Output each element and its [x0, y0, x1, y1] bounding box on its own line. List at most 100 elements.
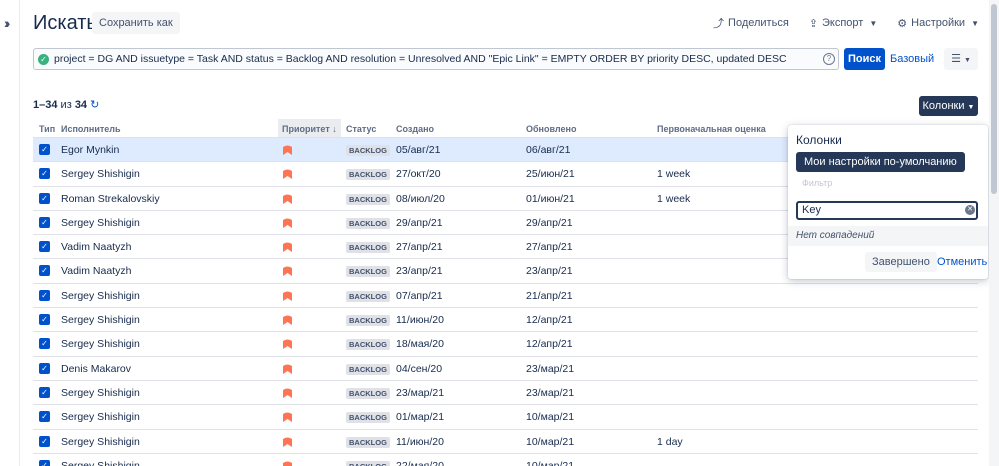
assignee-cell[interactable]: Sergey Shishigin [61, 217, 140, 229]
assignee-cell[interactable]: Roman Strekalovskiy [61, 193, 160, 205]
updated-cell: 29/апр/21 [526, 216, 573, 229]
updated-cell: 06/авг/21 [526, 144, 571, 156]
my-defaults-button[interactable]: Мои настройки по-умолчанию [796, 152, 965, 172]
done-button[interactable]: Завершено [865, 252, 937, 272]
priority-high-icon [283, 339, 292, 350]
chevron-down-icon: ▼ [967, 104, 975, 111]
table-row[interactable]: ✓ Sergey Shishigin BACKLOG 18/мая/20 12/апр/… [33, 332, 978, 357]
task-type-icon: ✓ [39, 192, 50, 204]
column-header-created[interactable]: Создано [396, 124, 434, 134]
assignee-cell[interactable]: Sergey Shishigin [61, 314, 140, 326]
share-button[interactable]: ⤴ Поделиться [713, 15, 789, 31]
assignee-cell[interactable]: Sergey Shishigin [61, 387, 140, 399]
columns-search-input[interactable]: Key [796, 201, 978, 220]
table-row[interactable]: ✓ Sergey Shishigin BACKLOG 11/июн/20 10/мар/… [33, 430, 978, 454]
basic-search-link[interactable]: Базовый [890, 53, 934, 65]
priority-high-icon [283, 412, 292, 423]
status-badge: BACKLOG [346, 460, 390, 466]
column-header-type[interactable]: Тип [39, 124, 55, 134]
table-row[interactable]: ✓ Denis Makarov BACKLOG 04/сен/20 23/мар/21 [33, 357, 978, 381]
estimate-cell: 1 week [657, 168, 691, 181]
jql-query-text: project = DG AND issuetype = Task AND st… [54, 53, 787, 65]
column-header-updated[interactable]: Обновлено [526, 124, 576, 134]
check-circle-icon: ✓ [38, 54, 49, 65]
arrow-down-icon: ↓ [332, 124, 337, 134]
priority-high-icon [283, 145, 292, 155]
share-icon: ⤴ [713, 18, 725, 30]
chevron-down-icon: ▼ [869, 18, 878, 28]
updated-cell: 10/мар/21 [526, 459, 575, 466]
updated-cell: 25/июн/21 [526, 168, 575, 181]
table-row[interactable]: ✓ Sergey Shishigin BACKLOG 01/мар/21 10/мар/… [33, 405, 978, 430]
menu-icon: ☰ [951, 53, 961, 65]
share-label: Поделиться [728, 17, 789, 29]
double-chevron-right-icon[interactable]: ›› [4, 15, 11, 31]
created-cell: 04/сен/20 [396, 362, 443, 375]
help-icon[interactable]: ? [823, 53, 835, 65]
assignee-cell[interactable]: Sergey Shishigin [61, 460, 140, 466]
results-of: из [60, 99, 72, 111]
assignee-cell[interactable]: Sergey Shishigin [61, 436, 140, 448]
assignee-cell[interactable]: Sergey Shishigin [61, 411, 140, 423]
assignee-cell[interactable]: Denis Makarov [61, 363, 131, 375]
table-row[interactable]: ✓ Sergey Shishigin BACKLOG 07/апр/21 21/апр/… [33, 284, 978, 309]
sidebar-expand[interactable]: ›› [0, 0, 20, 466]
status-badge: BACKLOG [346, 339, 390, 351]
columns-button[interactable]: Колонки ▼ [919, 96, 978, 116]
refresh-icon[interactable]: ↻ [90, 99, 99, 111]
assignee-cell[interactable]: Sergey Shishigin [61, 168, 140, 180]
created-cell: 27/апр/21 [396, 241, 443, 254]
priority-high-icon [283, 242, 292, 253]
assignee-cell[interactable]: Egor Mynkin [61, 144, 119, 156]
columns-panel: Колонки Мои настройки по-умолчанию Фильт… [788, 125, 988, 279]
assignee-cell[interactable]: Vadim Naatyzh [61, 265, 131, 277]
table-row[interactable]: ✓ Sergey Shishigin BACKLOG 22/мая/20 10/мар/… [33, 454, 978, 466]
page-scrollbar[interactable] [989, 0, 999, 466]
priority-high-icon [283, 169, 292, 180]
column-header-priority[interactable]: Приоритет ↓ [278, 119, 341, 137]
export-label: Экспорт [822, 17, 864, 29]
created-cell: 01/мар/21 [396, 411, 445, 424]
status-badge: BACKLOG [346, 242, 390, 254]
task-type-icon: ✓ [39, 314, 50, 326]
updated-cell: 23/мар/21 [526, 386, 575, 399]
updated-cell: 01/июн/21 [526, 192, 575, 205]
task-type-icon: ✓ [39, 362, 50, 374]
status-badge: BACKLOG [346, 217, 390, 229]
search-button[interactable]: Поиск [844, 48, 885, 70]
gear-icon: ⚙ [897, 17, 908, 30]
status-badge: BACKLOG [346, 290, 390, 302]
assignee-cell[interactable]: Sergey Shishigin [61, 338, 140, 350]
column-header-estimate[interactable]: Первоначальная оценка [657, 124, 766, 134]
export-icon: ⇪ [808, 17, 818, 30]
scrollbar-thumb[interactable] [991, 4, 997, 194]
table-row[interactable]: ✓ Sergey Shishigin BACKLOG 23/мар/21 23/мар/… [33, 381, 978, 406]
task-type-icon: ✓ [39, 435, 50, 447]
priority-high-icon [283, 461, 292, 466]
task-type-icon: ✓ [39, 216, 50, 228]
created-cell: 23/мар/21 [396, 386, 445, 399]
export-button[interactable]: ⇪ Экспорт ▼ [809, 15, 877, 31]
clear-icon[interactable]: ✕ [965, 205, 975, 215]
cancel-link[interactable]: Отменить [937, 256, 987, 268]
settings-button[interactable]: ⚙ Настройки ▼ [897, 15, 979, 31]
task-type-icon: ✓ [39, 338, 50, 350]
status-badge: BACKLOG [346, 169, 390, 181]
column-header-assignee[interactable]: Исполнитель [61, 124, 121, 134]
filter-tab[interactable]: Фильтр [802, 178, 832, 188]
column-header-status[interactable]: Статус [346, 124, 376, 134]
no-matches-message: Нет совпадений [788, 226, 988, 246]
created-cell: 08/июл/20 [396, 192, 445, 205]
assignee-cell[interactable]: Vadim Naatyzh [61, 241, 131, 253]
updated-cell: 23/мар/21 [526, 362, 575, 375]
table-row[interactable]: ✓ Sergey Shishigin BACKLOG 11/июн/20 12/апр/… [33, 308, 978, 333]
priority-high-icon [283, 266, 292, 277]
jql-query-input[interactable]: ✓ project = DG AND issuetype = Task AND … [33, 48, 839, 70]
updated-cell: 12/апр/21 [526, 338, 573, 351]
page-title: Искать [33, 12, 97, 34]
save-as-button[interactable]: Сохранить как [92, 12, 180, 34]
layout-menu-button[interactable]: ☰ ▼ [944, 48, 978, 70]
assignee-cell[interactable]: Sergey Shishigin [61, 290, 140, 302]
updated-cell: 10/мар/21 [526, 435, 575, 448]
status-badge: BACKLOG [346, 387, 390, 399]
